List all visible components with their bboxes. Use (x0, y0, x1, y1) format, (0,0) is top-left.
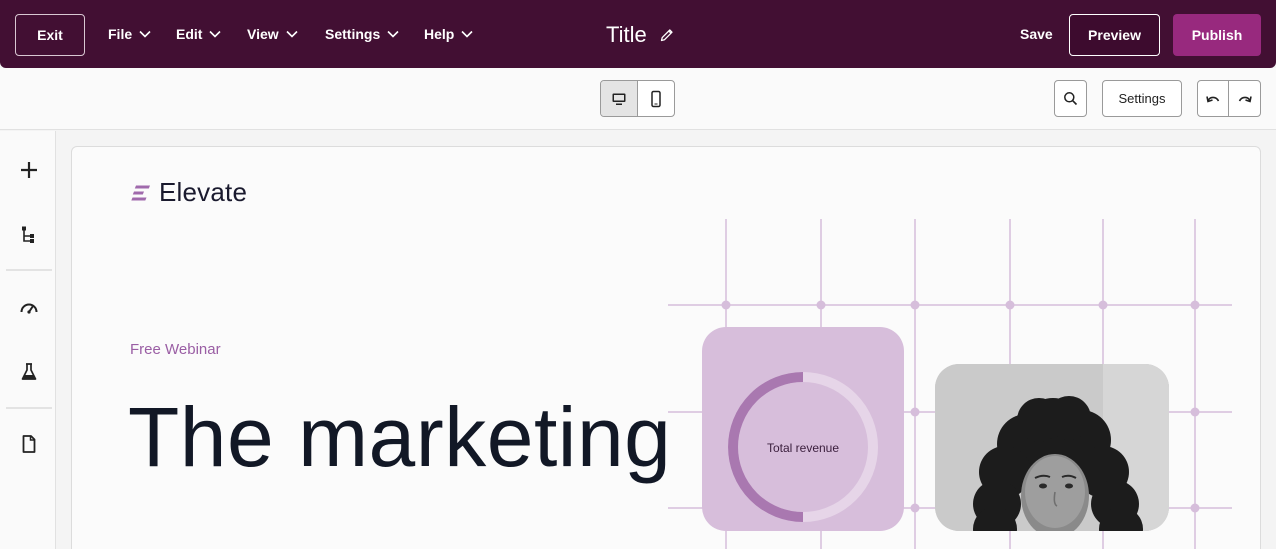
top-bar: Exit File Edit View Settings Help Title … (0, 0, 1276, 68)
chevron-down-icon (209, 30, 222, 38)
menu-file[interactable]: File (108, 0, 152, 68)
settings-button[interactable]: Settings (1102, 80, 1182, 117)
brand-logo[interactable]: Elevate (131, 177, 247, 208)
revenue-card[interactable]: Total revenue (702, 327, 904, 531)
plus-icon (21, 162, 37, 178)
chevron-down-icon (286, 30, 298, 38)
publish-button[interactable]: Publish (1173, 14, 1261, 56)
chevron-down-icon (387, 30, 399, 38)
menu-help[interactable]: Help (424, 0, 474, 68)
elevate-logo-icon (131, 185, 150, 200)
editor-toolbar: Settings (0, 68, 1276, 130)
search-icon (1064, 92, 1078, 106)
pencil-icon[interactable] (659, 27, 675, 43)
search-button[interactable] (1054, 80, 1087, 117)
portrait-illustration (935, 364, 1169, 531)
pages-button[interactable] (16, 431, 42, 457)
document-title-text: Title (606, 22, 647, 47)
desktop-icon (612, 93, 626, 105)
save-button[interactable]: Save (1020, 26, 1053, 42)
brand-name: Elevate (159, 177, 248, 207)
redo-button[interactable] (1229, 81, 1260, 116)
menu-settings-label: Settings (325, 26, 381, 42)
flask-icon (21, 363, 37, 380)
menu-edit[interactable]: Edit (176, 0, 222, 68)
mobile-view-button[interactable] (638, 81, 675, 116)
redo-icon (1238, 95, 1252, 103)
menu-edit-label: Edit (176, 26, 203, 42)
menu-help-label: Help (424, 26, 455, 42)
chevron-down-icon (139, 30, 151, 38)
hero-headline[interactable]: The marketing (128, 389, 671, 486)
mobile-icon (651, 90, 661, 107)
menu-settings[interactable]: Settings (325, 0, 400, 68)
device-toggle (600, 80, 675, 117)
page-canvas[interactable]: Elevate Free Webinar The marketing Total… (71, 146, 1261, 549)
experiments-button[interactable] (16, 359, 42, 385)
tree-icon (22, 226, 34, 243)
revenue-donut (728, 372, 878, 522)
menu-file-label: File (108, 26, 133, 42)
left-sidebar (0, 131, 56, 549)
desktop-view-button[interactable] (601, 81, 638, 116)
preview-button[interactable]: Preview (1069, 14, 1160, 56)
rail-divider (6, 269, 52, 271)
eyebrow-text[interactable]: Free Webinar (130, 341, 221, 358)
undo-icon (1206, 95, 1220, 103)
menu-view[interactable]: View (247, 0, 299, 68)
history-controls (1197, 80, 1261, 117)
gauge-icon (20, 303, 38, 314)
exit-button[interactable]: Exit (15, 14, 85, 56)
add-element-button[interactable] (16, 157, 42, 183)
layers-button[interactable] (16, 222, 42, 248)
chevron-down-icon (461, 30, 473, 38)
page-icon (22, 435, 36, 453)
rail-divider (6, 407, 52, 409)
document-title[interactable]: Title (606, 22, 675, 48)
portrait-photo[interactable] (935, 364, 1169, 531)
menu-view-label: View (247, 26, 279, 42)
revenue-label: Total revenue (766, 441, 840, 455)
undo-button[interactable] (1198, 81, 1230, 116)
performance-button[interactable] (16, 295, 42, 321)
